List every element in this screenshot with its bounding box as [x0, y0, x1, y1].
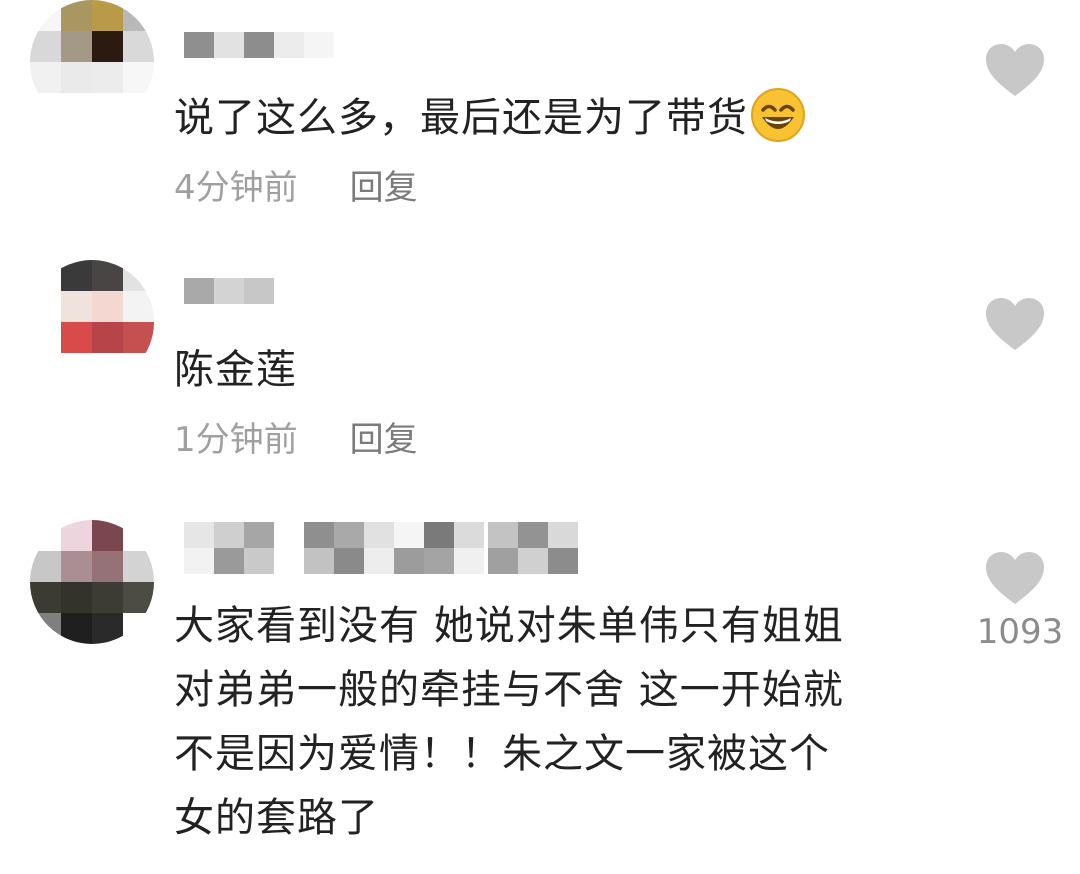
reply-button[interactable]: 回复 [350, 168, 418, 208]
comment-text: 陈金莲 [174, 347, 297, 393]
comment-text-line: 女的套路了 [174, 795, 379, 841]
comment-item-3: 大家看到没有 她说对朱单伟只有姐姐 对弟弟一般的牵挂与不舍 这一开始就 不是因为… [0, 520, 1080, 874]
avatar[interactable] [30, 520, 154, 644]
comment-text: 说了这么多，最后还是为了带货 [174, 86, 934, 150]
reply-button[interactable]: 回复 [350, 420, 418, 460]
heart-icon[interactable] [984, 42, 1046, 98]
heart-icon[interactable] [984, 296, 1046, 352]
comment-meta: 4分钟前 回复 [174, 168, 418, 208]
comment-item-2: 陈金莲 1分钟前 回复 [0, 260, 1080, 500]
username-pixelated[interactable] [184, 32, 334, 84]
avatar[interactable] [30, 0, 154, 124]
timestamp: 4分钟前 [174, 168, 298, 208]
grinning-smiling-eyes-emoji-icon [751, 88, 805, 142]
comment-meta: 1分钟前 回复 [174, 420, 418, 460]
comment-text-line: 对弟弟一般的牵挂与不舍 这一开始就 [174, 667, 844, 713]
heart-icon[interactable] [984, 550, 1046, 606]
comment-text-line: 大家看到没有 她说对朱单伟只有姐姐 [174, 603, 844, 649]
comment-text: 大家看到没有 她说对朱单伟只有姐姐 对弟弟一般的牵挂与不舍 这一开始就 不是因为… [174, 594, 934, 850]
username-pixelated[interactable] [184, 522, 578, 574]
comment-text-line: 不是因为爱情！！朱之文一家被这个 [174, 731, 830, 777]
avatar[interactable] [30, 260, 154, 384]
username-pixelated[interactable] [184, 278, 274, 330]
like-count: 1093 [976, 612, 1064, 652]
timestamp: 1分钟前 [174, 420, 298, 460]
comment-item-1: 说了这么多，最后还是为了带货 4分钟前 回复 [0, 0, 1080, 240]
